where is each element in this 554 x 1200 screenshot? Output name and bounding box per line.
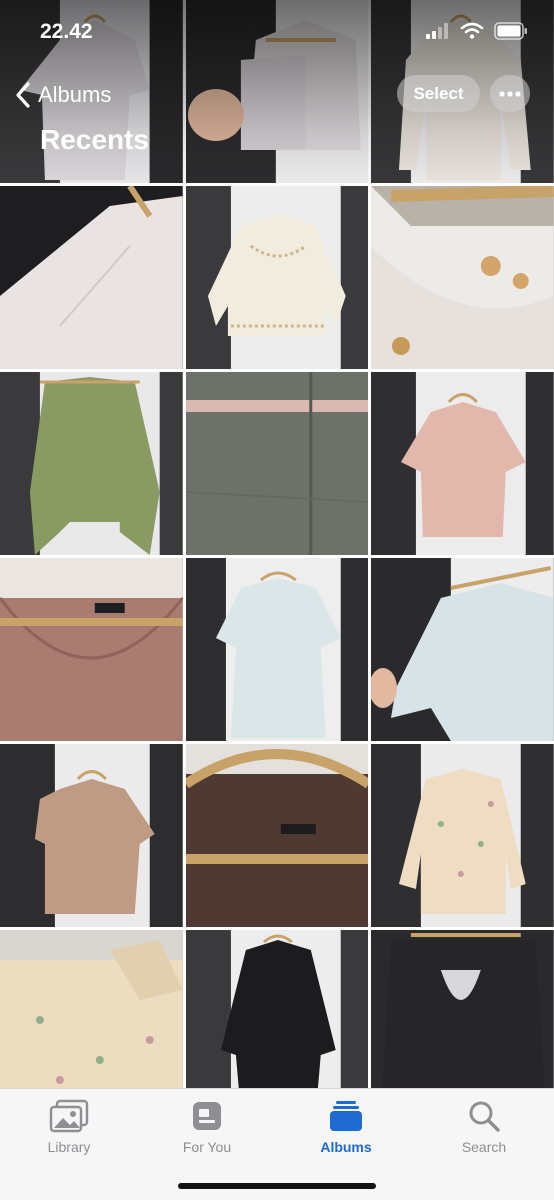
photo-brown-neckline[interactable] (185, 744, 369, 927)
home-indicator (178, 1183, 376, 1189)
photo-floral-shirt[interactable] (371, 744, 554, 927)
status-icons (426, 22, 528, 40)
photo-pink-tshirt[interactable] (371, 372, 554, 555)
tab-albums-label: Albums (320, 1139, 372, 1155)
ellipsis-icon (499, 90, 521, 97)
photo-black-lace-dress[interactable] (185, 930, 369, 1088)
page-title: Recents (40, 124, 149, 155)
albums-icon (330, 1101, 362, 1131)
tab-search[interactable]: Search (424, 1099, 544, 1159)
photo-cream-cutout-top[interactable] (185, 186, 369, 369)
back-label: Albums (38, 82, 112, 107)
status-time: 22.42 (40, 20, 93, 43)
photo-light-blue-dress[interactable] (185, 558, 369, 741)
search-icon (469, 1101, 500, 1132)
tab-library[interactable]: Library (9, 1099, 129, 1159)
battery-icon (494, 22, 527, 40)
photo-grid (0, 0, 554, 1088)
chevron-left-icon (16, 82, 30, 108)
wifi-icon (460, 22, 484, 39)
photo-mauve-neckline[interactable] (0, 558, 183, 741)
photo-black-lace-back[interactable] (371, 930, 554, 1088)
photo-tan-vneck-top[interactable] (0, 744, 183, 927)
photo-white-top-held[interactable] (185, 0, 369, 183)
tab-search-label: Search (461, 1139, 507, 1155)
photo-cutout-detail[interactable] (371, 186, 554, 369)
tab-library-label: Library (47, 1139, 91, 1155)
photo-fabric-closeup[interactable] (0, 186, 183, 369)
back-button[interactable]: Albums (14, 78, 111, 112)
signal-icon (426, 23, 448, 39)
tab-albums[interactable]: Albums (286, 1099, 406, 1159)
photo-light-blue-held[interactable] (371, 558, 554, 741)
more-options-button[interactable] (490, 75, 530, 112)
tab-for-you-label: For You (182, 1139, 232, 1155)
photo-green-cardigan[interactable] (0, 372, 183, 555)
photo-grey-knit-closeup[interactable] (185, 372, 369, 555)
for-you-icon (193, 1102, 221, 1130)
select-button[interactable]: Select (397, 75, 480, 112)
photo-library-icon (49, 1099, 89, 1133)
photo-floral-collar[interactable] (0, 930, 183, 1088)
tab-for-you[interactable]: For You (147, 1099, 267, 1159)
